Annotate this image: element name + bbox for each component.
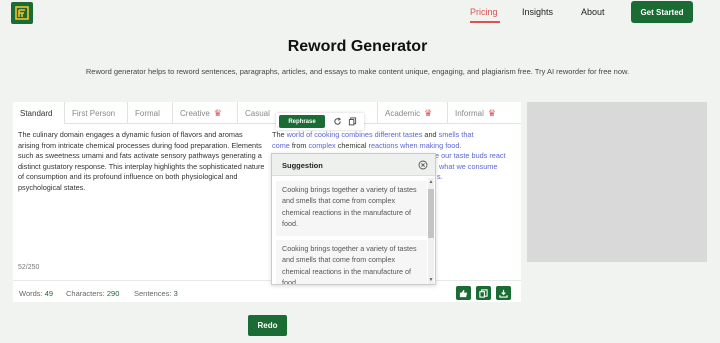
tab-label: Standard — [20, 108, 53, 118]
crown-icon: ♛ — [424, 107, 433, 118]
rephrase-toolbar: Rephrase — [276, 113, 364, 130]
suggestion-item[interactable]: Cooking brings together a variety of tas… — [276, 181, 427, 236]
tab-label: Formal — [135, 108, 160, 118]
page-description: Reword generator helps to reword sentenc… — [85, 67, 630, 76]
mode-tabs: Standard First Person Formal Creative ♛ C… — [13, 102, 521, 124]
tab-label: Informal — [455, 108, 484, 118]
copy-suggestion-button[interactable] — [347, 116, 358, 127]
nav-active-indicator — [470, 21, 500, 23]
tab-label: Casual — [245, 108, 270, 118]
redo-button[interactable]: Redo — [248, 315, 287, 336]
tab-creative[interactable]: Creative ♛ — [173, 102, 238, 124]
tab-formal[interactable]: Formal — [128, 102, 173, 124]
tab-informal[interactable]: Informal ♛ — [448, 102, 521, 124]
download-button[interactable] — [496, 286, 511, 300]
suggestion-popup: Suggestion Cooking brings together a var… — [271, 153, 436, 285]
download-icon — [499, 289, 508, 298]
char-count: Characters: 290 — [66, 289, 120, 298]
crown-icon: ♛ — [213, 107, 222, 118]
rephrase-button[interactable]: Rephrase — [279, 115, 325, 128]
copy-button[interactable] — [476, 286, 491, 300]
output-line: come from complex chemical reactions whe… — [272, 140, 462, 150]
scroll-thumb[interactable] — [428, 189, 434, 238]
tab-first-person[interactable]: First Person — [65, 102, 128, 124]
nav-pricing[interactable]: Pricing — [470, 7, 498, 17]
copy-icon — [479, 288, 488, 298]
refresh-button[interactable] — [332, 116, 343, 127]
page-title: Reword Generator — [287, 38, 428, 55]
char-counter: 52/250 — [18, 264, 40, 271]
like-button[interactable] — [456, 286, 471, 300]
suggestion-header: Suggestion — [272, 154, 435, 176]
tab-label: First Person — [72, 108, 116, 118]
thumbs-up-icon — [459, 289, 468, 297]
suggestion-title: Suggestion — [282, 161, 323, 170]
scroll-up-icon[interactable]: ▲ — [428, 179, 434, 185]
tab-academic[interactable]: Academic ♛ — [378, 102, 448, 124]
tab-label: Creative — [180, 108, 210, 118]
refresh-icon — [334, 117, 341, 125]
suggestion-item[interactable]: Cooking brings together a variety of tas… — [276, 240, 427, 284]
tab-standard[interactable]: Standard — [13, 102, 65, 124]
editor-card: Standard First Person Formal Creative ♛ C… — [13, 102, 521, 302]
tab-label: Academic — [385, 108, 421, 118]
copy-icon — [348, 117, 357, 126]
nav-insights[interactable]: Insights — [522, 7, 553, 17]
input-textarea[interactable]: The culinary domain engages a dynamic fu… — [18, 130, 266, 193]
side-panel — [527, 102, 707, 262]
close-icon[interactable] — [418, 160, 428, 170]
output-line: The world of cooking combines different … — [272, 130, 474, 139]
get-started-button[interactable]: Get Started — [631, 1, 693, 23]
logo[interactable] — [11, 2, 33, 24]
sentence-count: Sentences: 3 — [134, 289, 178, 298]
nav-about[interactable]: About — [581, 7, 605, 17]
scroll-down-icon[interactable]: ▼ — [428, 277, 434, 283]
word-count: Words: 49 — [19, 289, 54, 298]
logo-icon — [15, 6, 29, 20]
stats-bar: Words: 49 Characters: 290 Sentences: 3 — [13, 280, 521, 302]
crown-icon: ♛ — [487, 107, 496, 118]
